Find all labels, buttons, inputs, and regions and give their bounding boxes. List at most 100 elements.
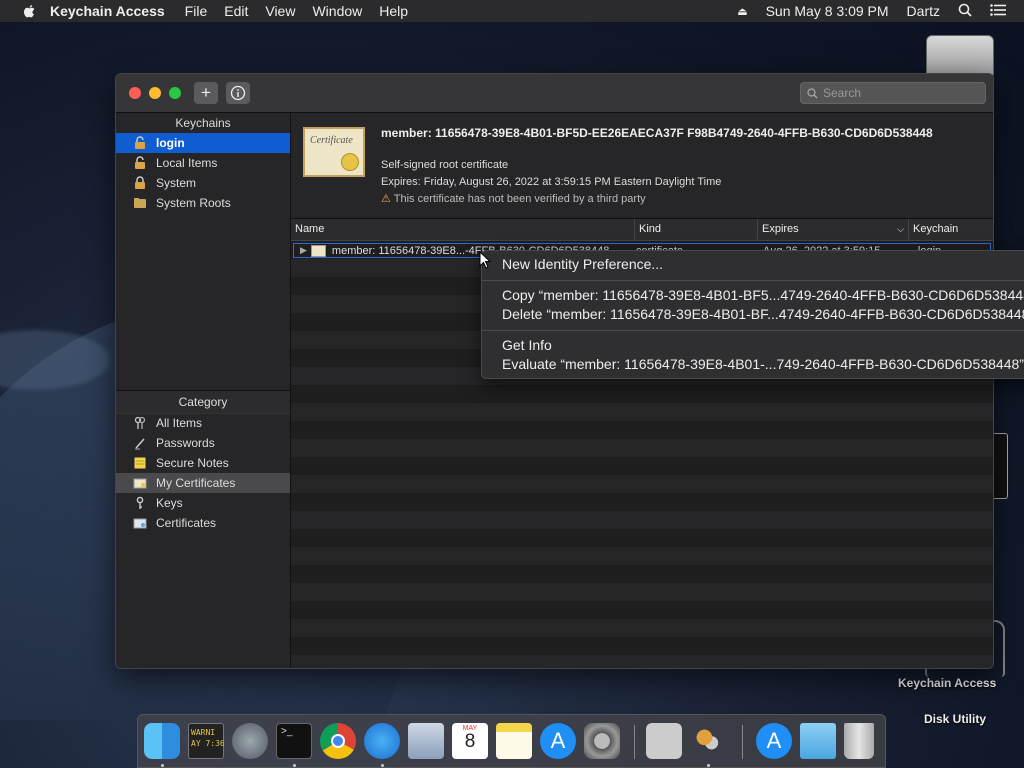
category-all-items[interactable]: All Items (116, 413, 290, 433)
certificate-subtitle: Self-signed root certificate (381, 159, 509, 171)
add-item-button[interactable]: + (194, 82, 218, 104)
app-menu[interactable]: Keychain Access (50, 3, 165, 19)
category-label: All Items (156, 416, 203, 430)
column-header-name[interactable]: Name (291, 219, 635, 240)
calendar-icon[interactable]: MAY 8 (452, 723, 488, 759)
certificate-icon (132, 475, 148, 491)
pencil-icon (132, 435, 148, 451)
certificate-detail: Certificate member: 11656478-39E8-4B01-B… (291, 113, 993, 218)
menubar-clock[interactable]: Sun May 8 3:09 PM (766, 3, 889, 19)
info-icon (230, 85, 246, 101)
category-certificates[interactable]: Certificates (116, 513, 290, 533)
info-button[interactable] (226, 82, 250, 104)
running-indicator (161, 764, 164, 767)
app-store-icon[interactable]: A (540, 723, 576, 759)
sidebar-item-system-roots[interactable]: System Roots (116, 193, 290, 213)
warning-icon: ⚠ (381, 193, 391, 205)
certificate-icon (132, 515, 148, 531)
running-indicator (293, 764, 296, 767)
menu-item-evaluate[interactable]: Evaluate “member: 11656478-39E8-4B01-...… (502, 356, 1024, 372)
category-label: My Certificates (156, 476, 236, 490)
search-field[interactable]: Search (800, 82, 986, 104)
certificate-expires: Expires: Friday, August 26, 2022 at 3:59… (381, 176, 722, 188)
keys-icon (132, 415, 148, 431)
terminal-icon[interactable]: >_ (276, 723, 312, 759)
sidebar: Keychains login Local Items System Syste… (116, 113, 291, 668)
menu-edit[interactable]: Edit (224, 3, 248, 19)
mouse-cursor-icon (479, 251, 491, 269)
category-label: Secure Notes (156, 456, 229, 470)
menu-item-get-info[interactable]: Get Info (502, 337, 552, 353)
disk-utility-desktop-label[interactable]: Disk Utility (924, 712, 986, 726)
menu-separator (482, 280, 1024, 281)
running-indicator (381, 764, 384, 767)
certificate-icon (310, 244, 326, 257)
sidebar-item-label: login (156, 136, 185, 150)
chrome-icon[interactable] (320, 723, 356, 759)
certificate-image-text: Certificate (310, 135, 353, 146)
menu-item-copy[interactable]: Copy “member: 11656478-39E8-4B01-BF5...4… (502, 287, 1024, 303)
menu-view[interactable]: View (265, 3, 295, 19)
key-icon (132, 495, 148, 511)
system-preferences-icon[interactable] (584, 723, 620, 759)
category-secure-notes[interactable]: Secure Notes (116, 453, 290, 473)
context-menu: New Identity Preference... Copy “member:… (481, 250, 1024, 379)
minimize-button[interactable] (149, 87, 161, 99)
notification-center-icon[interactable] (990, 3, 1006, 19)
zoom-button[interactable] (169, 87, 181, 99)
eject-icon[interactable]: ⏏ (737, 5, 747, 18)
column-header-kind[interactable]: Kind (635, 219, 758, 240)
menubar-user[interactable]: Dartz (907, 3, 940, 19)
console-icon[interactable]: WARNI AY 7:36 (188, 723, 225, 759)
sidebar-item-system[interactable]: System (116, 173, 290, 193)
menu-help[interactable]: Help (379, 3, 408, 19)
search-icon (807, 88, 818, 99)
category-passwords[interactable]: Passwords (116, 433, 290, 453)
sidebar-item-label: System Roots (156, 196, 231, 210)
certificate-title: member: 11656478-39E8-4B01-BF5D-EE26EAEC… (381, 126, 933, 140)
category-label: Keys (156, 496, 183, 510)
keychain-access-desktop-label[interactable]: Keychain Access (898, 676, 996, 690)
category-my-certificates[interactable]: My Certificates (116, 473, 290, 493)
disclosure-triangle-icon[interactable]: ▶ (300, 245, 307, 256)
running-indicator (707, 764, 710, 767)
menu-file[interactable]: File (185, 3, 208, 19)
chrome-center (331, 734, 345, 748)
menu-bar: Keychain Access File Edit View Window He… (0, 0, 1024, 22)
lock-open-icon (132, 135, 148, 151)
table-header: Name Kind Expires ⌵ Keychain (291, 218, 993, 241)
dock-divider (742, 725, 743, 759)
keychain-icon[interactable] (690, 723, 726, 759)
folder-icon[interactable] (800, 723, 836, 759)
close-button[interactable] (129, 87, 141, 99)
category-header: Category (116, 390, 290, 414)
category-list: All Items Passwords Secure Notes My Cert… (116, 413, 290, 533)
dock: WARNI AY 7:36 >_ MAY 8 A A (137, 714, 886, 768)
spotlight-icon[interactable] (958, 3, 972, 20)
menu-item-new-identity-preference[interactable]: New Identity Preference... (502, 256, 663, 272)
menu-window[interactable]: Window (312, 3, 362, 19)
finder-icon[interactable] (144, 723, 180, 759)
accessibility-icon[interactable] (646, 723, 682, 759)
launchpad-icon[interactable] (232, 723, 268, 759)
warning-text: This certificate has not been verified b… (393, 193, 646, 205)
lock-icon (132, 175, 148, 191)
preview-icon[interactable] (408, 723, 444, 759)
column-header-keychain[interactable]: Keychain (909, 219, 993, 240)
sidebar-item-local-items[interactable]: Local Items (116, 153, 290, 173)
apple-icon[interactable] (22, 3, 38, 19)
menu-item-delete[interactable]: Delete “member: 11656478-39E8-4B01-BF...… (502, 306, 1024, 322)
column-header-expires[interactable]: Expires ⌵ (758, 219, 909, 240)
sidebar-item-login[interactable]: login (116, 133, 290, 153)
app-store-download-icon[interactable]: A (756, 723, 792, 759)
dock-divider (634, 725, 635, 759)
category-label: Passwords (156, 436, 215, 450)
note-icon (132, 455, 148, 471)
trash-icon[interactable] (844, 723, 874, 759)
notes-icon[interactable] (496, 723, 532, 759)
category-keys[interactable]: Keys (116, 493, 290, 513)
safari-icon[interactable] (364, 723, 400, 759)
sidebar-item-label: System (156, 176, 197, 190)
window-toolbar: + Search (116, 74, 993, 113)
keychains-header: Keychains (116, 113, 290, 133)
